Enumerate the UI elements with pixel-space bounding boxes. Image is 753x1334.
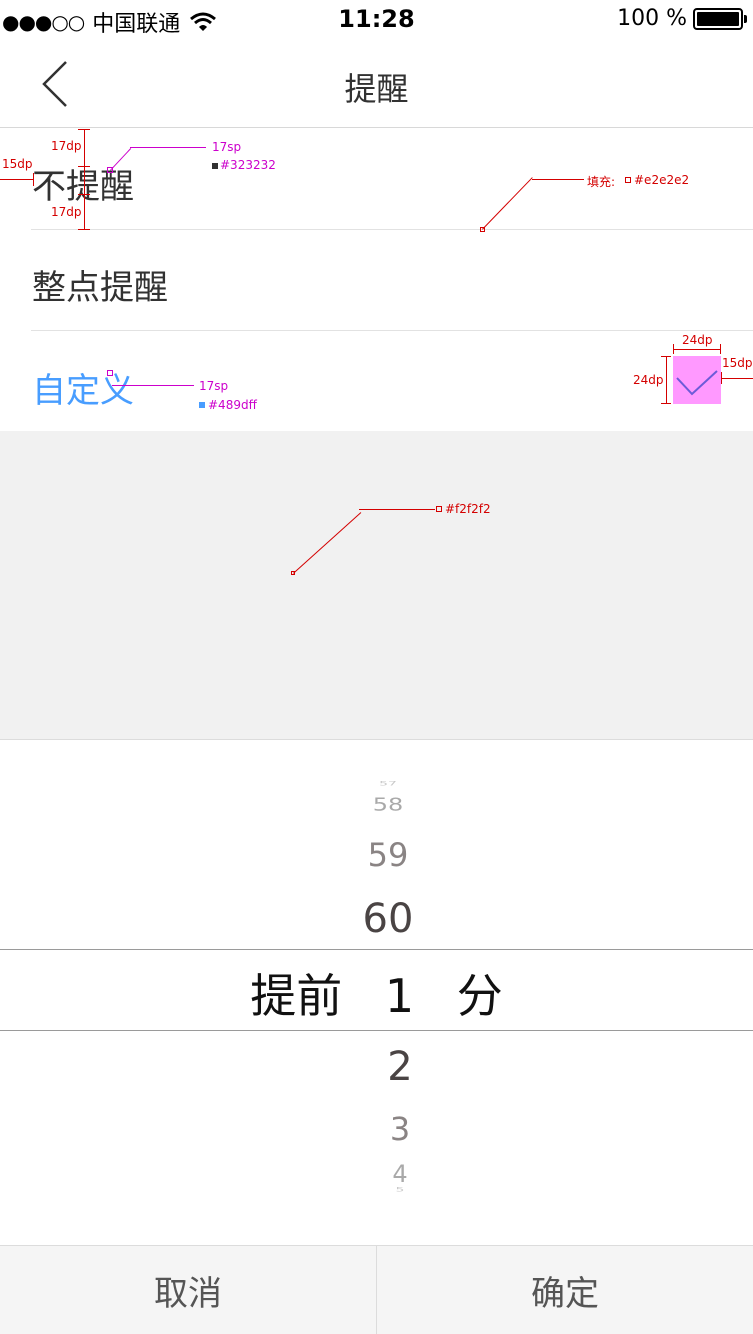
empty-area [0,431,753,740]
picker-item: 58 [372,794,404,815]
confirm-button[interactable]: 确定 [376,1246,753,1334]
picker-item: 2 [387,1044,413,1090]
annotation-check-height: 24dp [633,373,664,387]
annotation-line [78,229,90,230]
annotation-fill-color: #e2e2e2 [634,173,690,187]
annotation-swatch [625,177,631,183]
picker-item: 57 [379,780,397,788]
annotation-marker [107,167,113,173]
picker-item: 5 [395,1186,405,1194]
option-label: 自定义 [32,371,134,411]
annotation-line [112,385,194,386]
annotation-pad-bottom: 17dp [51,205,82,219]
annotation-line [78,129,90,130]
annotation-check-width: 24dp [682,333,713,347]
bottom-bar: 取消 确定 [0,1245,753,1334]
status-right: 100 % [617,6,747,31]
annotation-swatch [436,506,442,512]
annotation-custom-color: #489dff [208,398,257,412]
annotation-pad-left: 15dp [2,157,33,171]
annotation-marker [480,227,485,232]
picker-item: 59 [367,836,409,874]
annotation-line [0,179,33,180]
annotation-font-size: 17sp [212,140,242,154]
cancel-button[interactable]: 取消 [0,1246,376,1334]
option-hourly-reminder[interactable]: 整点提醒 [0,230,753,331]
nav-bar: 提醒 [0,40,753,128]
picker-item: 4 [392,1160,408,1188]
annotation-line [359,509,435,510]
picker-selection[interactable]: 提前 1 分 [0,949,753,1031]
annotation-marker [291,571,295,575]
annotation-line [33,173,34,186]
picker-item: 3 [389,1110,411,1148]
option-label: 整点提醒 [32,268,168,308]
annotation-line [720,344,721,354]
page-title: 提醒 [344,70,409,108]
battery-icon [693,7,747,30]
annotation-line [673,349,721,350]
annotation-check-right: 15dp [722,356,753,370]
annotation-swatch [199,402,205,408]
battery-percent: 100 % [617,6,687,31]
annotation-line [84,129,85,230]
annotation-gray-color: #f2f2f2 [445,502,491,516]
annotation-text-color: #323232 [220,158,276,172]
annotation-line [721,378,753,379]
annotation-swatch [212,163,218,169]
picker-selected-text: 提前 1 分 [0,960,753,1026]
annotation-line [661,403,671,404]
annotation-line [532,179,584,180]
annotation-custom-font-size: 17sp [199,379,229,393]
annotation-line [130,147,206,148]
annotation-line [78,166,90,167]
annotation-line [661,356,671,357]
picker-item: 60 [362,896,414,942]
picker-prefix: 提前 [250,969,343,1023]
annotation-line [721,372,722,384]
picker-suffix: 分 [456,969,503,1023]
annotation-line [666,356,667,404]
annotation-fill-label: 填充: [587,175,616,189]
annotation-line [673,344,674,354]
annotation-line [78,194,90,195]
status-bar: ●●●○○ 中国联通 11:28 100 % [0,0,753,40]
picker-value: 1 [384,969,415,1023]
checkmark-icon [673,356,721,404]
annotation-marker [107,370,113,376]
annotation-pad-top: 17dp [51,139,82,153]
